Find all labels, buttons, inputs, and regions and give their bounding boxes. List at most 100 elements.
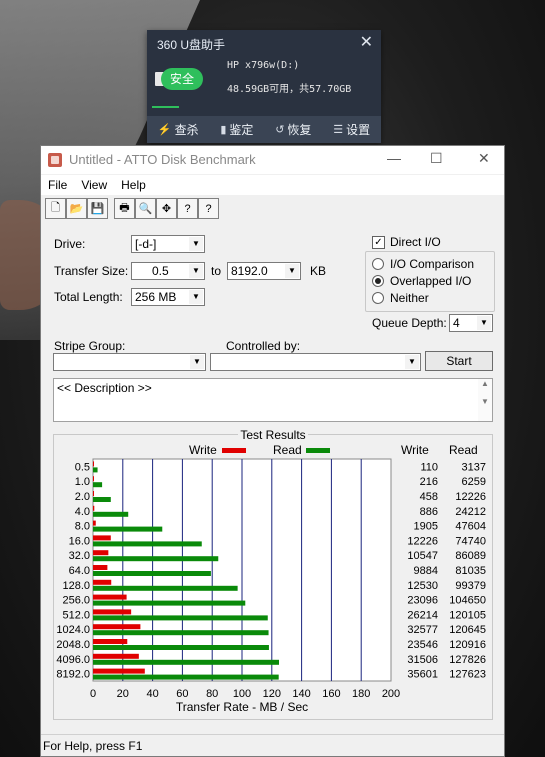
- x-tick-label: 140: [292, 688, 310, 700]
- x-tick-label: 40: [146, 688, 158, 700]
- y-tick-label: 512.0: [62, 609, 90, 621]
- popup-title: 360 U盘助手: [157, 38, 226, 52]
- y-tick-label: 8192.0: [56, 669, 90, 681]
- write-value: 216: [420, 476, 438, 488]
- status-text: For Help, press F1: [43, 739, 143, 753]
- read-bar: [93, 615, 268, 621]
- popup-close-icon[interactable]: ✕: [360, 32, 373, 52]
- read-bar: [93, 659, 279, 665]
- x-tick-label: 200: [382, 688, 400, 700]
- write-bar: [93, 565, 108, 570]
- read-value: 24212: [455, 506, 486, 518]
- write-value: 458: [420, 491, 438, 503]
- y-tick-label: 16.0: [69, 535, 90, 547]
- x-tick-label: 160: [322, 688, 340, 700]
- read-bar: [93, 645, 269, 650]
- x-tick-label: 80: [206, 688, 218, 700]
- restore-label: 恢复: [287, 123, 312, 137]
- y-tick-label: 2048.0: [56, 639, 90, 651]
- x-tick-label: 100: [233, 688, 251, 700]
- read-bar: [93, 630, 269, 636]
- read-value: 74740: [455, 535, 486, 547]
- read-value: 120105: [449, 609, 486, 621]
- read-bar: [93, 467, 98, 473]
- x-tick-label: 180: [352, 688, 370, 700]
- write-bar: [93, 535, 111, 541]
- write-value: 31506: [407, 654, 438, 666]
- write-bar: [93, 653, 139, 659]
- restore-button[interactable]: ↺ 恢复: [275, 121, 311, 138]
- x-axis-label: Transfer Rate - MB / Sec: [176, 700, 308, 714]
- write-value: 23546: [407, 639, 438, 651]
- write-bar: [93, 624, 141, 630]
- write-bar: [93, 668, 145, 674]
- write-bar: [93, 505, 95, 511]
- device-space: 48.59GB可用，共57.70GB: [227, 84, 352, 95]
- read-bar: [93, 674, 279, 680]
- read-bar: [93, 541, 202, 547]
- write-value: 9884: [414, 565, 438, 577]
- device-name: HP x796w(D:): [227, 60, 300, 71]
- scan-label: 查杀: [174, 123, 199, 137]
- write-value: 12530: [407, 580, 438, 592]
- settings-label: 设置: [346, 123, 371, 137]
- write-bar: [93, 520, 96, 526]
- y-tick-label: 4096.0: [56, 654, 90, 666]
- write-value: 110: [420, 461, 438, 473]
- settings-button[interactable]: ☰ 设置: [333, 121, 370, 138]
- y-tick-label: 2.0: [75, 491, 90, 503]
- read-value: 3137: [462, 461, 486, 473]
- restore-icon: ↺: [275, 124, 285, 136]
- read-value: 6259: [462, 476, 486, 488]
- read-value: 12226: [455, 491, 486, 503]
- y-tick-label: 1024.0: [56, 624, 90, 636]
- write-bar: [93, 579, 112, 585]
- y-tick-label: 256.0: [62, 595, 90, 607]
- safe-badge: 安全: [161, 68, 203, 90]
- write-value: 10547: [407, 550, 438, 562]
- read-value: 99379: [455, 580, 486, 592]
- x-tick-label: 120: [263, 688, 281, 700]
- status-bar: For Help, press F1: [41, 734, 504, 756]
- popup-accent-bar: [152, 106, 179, 108]
- write-bar: [93, 461, 94, 467]
- transfer-rate-chart: 0 20 40 60 80 100 120 140 160 180 200 0.5 110 3137 1.0…: [56, 458, 486, 714]
- y-tick-label: 64.0: [69, 565, 90, 577]
- usb-assistant-popup: 360 U盘助手 ✕ 安全 HP x796w(D:) 48.59GB可用，共57…: [147, 30, 381, 143]
- y-tick-label: 0.5: [75, 461, 90, 473]
- read-value: 86089: [455, 550, 486, 562]
- write-value: 23096: [407, 595, 438, 607]
- y-tick-label: 128.0: [62, 580, 90, 592]
- popup-toolbar: ⚡ 查杀 ▮ 鉴定 ↺ 恢复 ☰ 设置: [147, 116, 381, 143]
- write-bar: [93, 550, 109, 556]
- scan-button[interactable]: ⚡ 查杀: [158, 121, 199, 138]
- read-value: 81035: [455, 565, 486, 577]
- read-value: 120916: [449, 639, 486, 651]
- y-tick-label: 1.0: [75, 476, 90, 488]
- lightning-icon: ⚡: [157, 124, 172, 136]
- x-tick-label: 20: [117, 688, 129, 700]
- write-value: 32577: [407, 624, 438, 636]
- read-bar: [93, 585, 238, 591]
- identify-label: 鉴定: [229, 123, 254, 137]
- y-tick-label: 8.0: [75, 521, 90, 533]
- write-bar: [93, 491, 94, 496]
- read-value: 104650: [449, 595, 486, 607]
- read-bar: [93, 600, 246, 606]
- read-bar: [93, 511, 129, 517]
- y-tick-label: 32.0: [69, 550, 90, 562]
- read-bar: [93, 482, 103, 488]
- write-value: 35601: [407, 669, 438, 681]
- y-tick-label: 4.0: [75, 506, 90, 518]
- read-bar: [93, 497, 111, 502]
- write-bar: [93, 594, 127, 600]
- write-value: 26214: [407, 609, 438, 621]
- read-bar: [93, 556, 219, 562]
- atto-window: Untitled - ATTO Disk Benchmark — ☐ ✕ Fil…: [40, 145, 505, 757]
- read-value: 120645: [449, 624, 486, 636]
- write-value: 12226: [407, 535, 438, 547]
- read-value: 127623: [449, 669, 486, 681]
- x-tick-label: 0: [90, 688, 96, 700]
- identify-button[interactable]: ▮ 鉴定: [220, 121, 253, 138]
- write-bar: [93, 476, 94, 482]
